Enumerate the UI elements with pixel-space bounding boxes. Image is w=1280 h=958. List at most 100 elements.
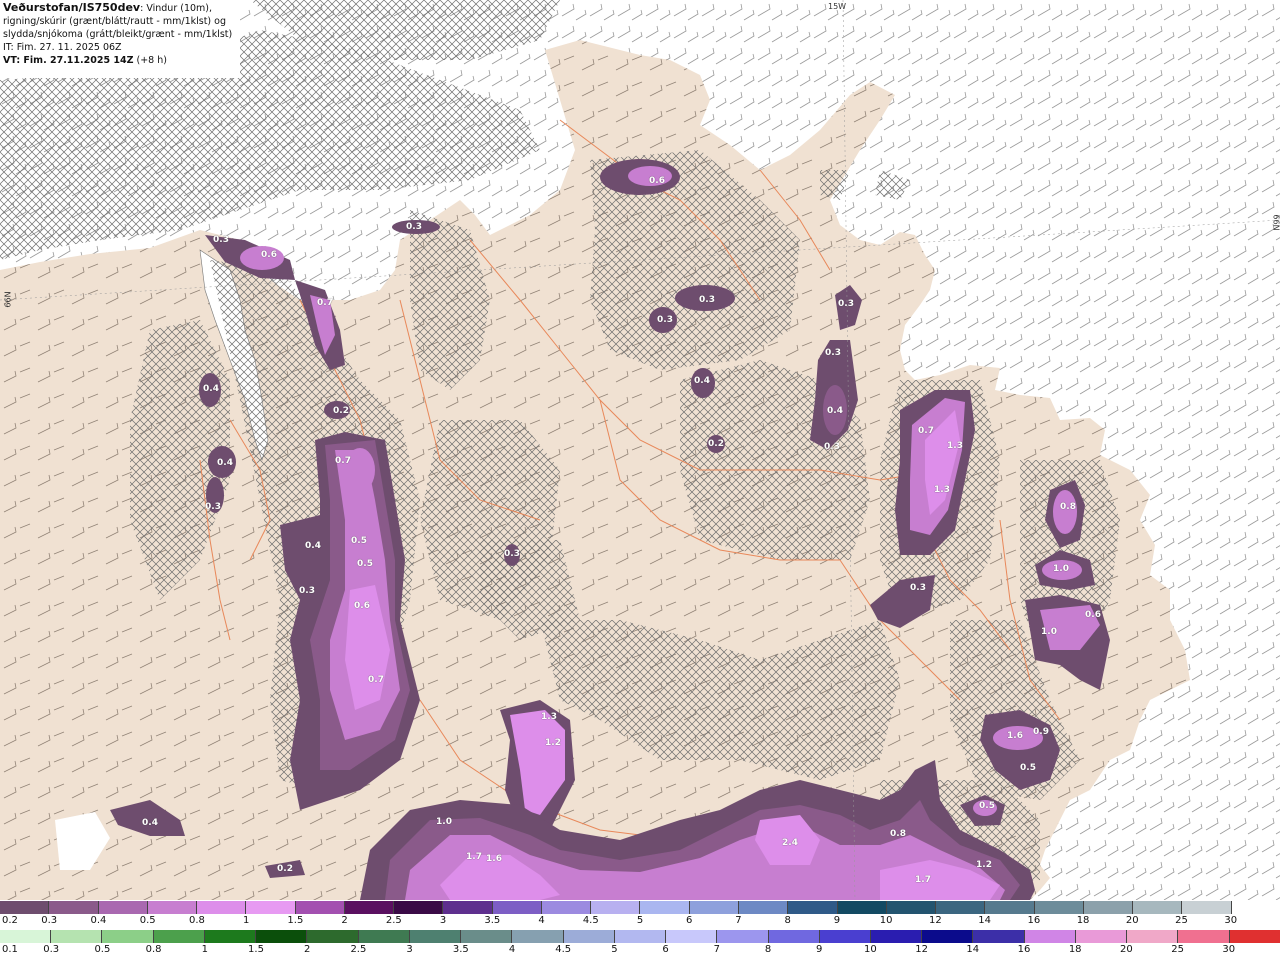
legend-swatch bbox=[614, 930, 667, 943]
legend-swatch bbox=[0, 901, 50, 914]
legend-snow-colorbar bbox=[0, 901, 1280, 914]
precip-value-label: 0.3 bbox=[504, 549, 520, 559]
legend-tick-label: 14 bbox=[978, 915, 991, 926]
legend-tick-label: 30 bbox=[1224, 915, 1238, 926]
legend-tick-label: 2.5 bbox=[350, 944, 367, 955]
precip-value-label: 0.8 bbox=[1060, 502, 1076, 512]
source-desc: : Vindur (10m), bbox=[140, 3, 213, 14]
legend-swatch bbox=[1127, 930, 1179, 943]
legend-tick-label: 0.3 bbox=[41, 915, 58, 926]
precip-value-label: 1.2 bbox=[545, 738, 561, 748]
legend-swatch bbox=[102, 930, 154, 943]
legend-swatch bbox=[1024, 930, 1076, 943]
legend-tick-label: 16 bbox=[1027, 915, 1041, 926]
precip-value-label: 1.6 bbox=[486, 854, 502, 864]
legend-swatch bbox=[512, 930, 564, 943]
precip-value-label: 1.7 bbox=[915, 875, 931, 885]
source-title: Veðurstofan/IS750dev bbox=[3, 1, 141, 14]
legend-tick-label: 0.2 bbox=[2, 915, 18, 926]
lat-label-left: 66N bbox=[3, 291, 13, 308]
legend-tick-label: 5 bbox=[636, 915, 644, 926]
legend-swatch bbox=[1083, 901, 1134, 914]
precip-value-label: 1.0 bbox=[1053, 564, 1069, 574]
legend-swatch bbox=[591, 901, 641, 914]
legend-tick-label: 12 bbox=[915, 944, 928, 955]
legend-tick-label: 0.5 bbox=[94, 944, 111, 955]
legend-swatch bbox=[886, 901, 937, 914]
legend-swatch bbox=[541, 901, 592, 914]
legend-swatch bbox=[98, 901, 148, 914]
precip-value-label: 1.0 bbox=[436, 817, 452, 827]
legend-tick-label: 14 bbox=[966, 944, 980, 955]
legend-swatch bbox=[409, 930, 462, 943]
precip-value-label: 0.4 bbox=[827, 406, 843, 416]
precip-value-label: 0.5 bbox=[351, 536, 367, 546]
precip-value-label: 0.3 bbox=[910, 583, 926, 593]
precip-value-label: 0.7 bbox=[335, 456, 351, 466]
legend-tick-label: 12 bbox=[929, 915, 942, 926]
legend-desc-snow: slydda/snjókoma (grátt/bleikt/grænt - mm… bbox=[3, 29, 233, 40]
legend-tick-label: 30 bbox=[1222, 944, 1236, 955]
legend-swatch bbox=[738, 901, 789, 914]
precip-value-label: 0.7 bbox=[317, 298, 333, 308]
legend-tick-label: 2 bbox=[341, 915, 348, 926]
legend-swatch bbox=[1075, 930, 1128, 943]
legend-tick-label: 2 bbox=[304, 944, 311, 955]
legend-tick-label: 0.5 bbox=[139, 915, 156, 926]
precip-value-label: 0.5 bbox=[357, 559, 373, 569]
legend-swatch bbox=[788, 901, 838, 914]
legend-tick-label: 5 bbox=[611, 944, 618, 955]
legend-tick-label: 4.5 bbox=[555, 944, 572, 955]
legend-swatch bbox=[973, 930, 1025, 943]
legend-tick-label: 18 bbox=[1076, 915, 1090, 926]
precip-value-label: 1.3 bbox=[541, 712, 557, 722]
legend-tick-label: 4 bbox=[538, 915, 545, 926]
precip-value-label: 0.8 bbox=[890, 829, 906, 839]
legend-swatch bbox=[936, 901, 986, 914]
legend-desc-rain: rigning/skúrir (grænt/blátt/rautt - mm/1… bbox=[3, 16, 226, 27]
precip-value-label: 0.3 bbox=[824, 442, 840, 452]
legend-swatch bbox=[1178, 930, 1230, 943]
legend-tick-label: 1 bbox=[242, 915, 250, 926]
precip-value-label: 0.6 bbox=[261, 250, 277, 260]
precip-value-label: 1.3 bbox=[947, 441, 963, 451]
legend-swatch bbox=[358, 930, 410, 943]
precip-value-label: 0.3 bbox=[657, 315, 673, 325]
precip-value-label: 0.3 bbox=[699, 295, 715, 305]
legend-tick-label: 4 bbox=[508, 944, 516, 955]
legend-tick-label: 25 bbox=[1171, 944, 1184, 955]
precip-value-label: 0.2 bbox=[277, 864, 293, 874]
legend-swatch bbox=[344, 901, 395, 914]
legend-tick-label: 0.3 bbox=[43, 944, 60, 955]
legend-tick-label: 6 bbox=[686, 915, 693, 926]
precip-value-label: 0.3 bbox=[205, 502, 221, 512]
forecast-hour: (+8 h) bbox=[133, 55, 167, 66]
precip-value-label: 0.4 bbox=[305, 541, 321, 551]
legend-swatch bbox=[394, 901, 444, 914]
precip-value-label: 1.0 bbox=[1041, 627, 1057, 637]
lon-label-top: 15W bbox=[828, 2, 847, 11]
legend-swatch bbox=[922, 930, 974, 943]
legend-rain-labels: 0.1 0.3 0.5 0.8 1 1.5 2 2.5 3 3.5 4 4.5 5 6 7 8 9 10 12 14 1… bbox=[0, 944, 1280, 958]
precip-value-label: 0.3 bbox=[838, 299, 854, 309]
legend-swatch bbox=[204, 930, 257, 943]
legend-swatch bbox=[819, 930, 871, 943]
legend-tick-label: 10 bbox=[879, 915, 893, 926]
precip-value-label: 1.6 bbox=[1007, 731, 1023, 741]
lat-label-right: 66N bbox=[1271, 214, 1280, 231]
legend-swatch bbox=[1133, 901, 1183, 914]
legend-swatch bbox=[563, 930, 615, 943]
legend-swatch bbox=[1034, 901, 1084, 914]
legend-tick-label: 20 bbox=[1120, 944, 1133, 955]
legend-tick-label: 1 bbox=[201, 944, 208, 955]
initial-time: IT: Fim. 27. 11. 2025 06Z bbox=[3, 42, 122, 53]
legend-tick-label: 9 bbox=[816, 944, 823, 955]
legend-tick-label: 8 bbox=[784, 915, 791, 926]
legend-tick-label: 8 bbox=[764, 944, 772, 955]
legend-swatch bbox=[1231, 901, 1280, 914]
precip-value-label: 0.4 bbox=[203, 384, 219, 394]
legend-swatch bbox=[153, 930, 205, 943]
precip-value-label: 0.5 bbox=[1020, 763, 1036, 773]
legend-tick-label: 25 bbox=[1175, 915, 1188, 926]
precip-value-label: 0.3 bbox=[825, 348, 841, 358]
